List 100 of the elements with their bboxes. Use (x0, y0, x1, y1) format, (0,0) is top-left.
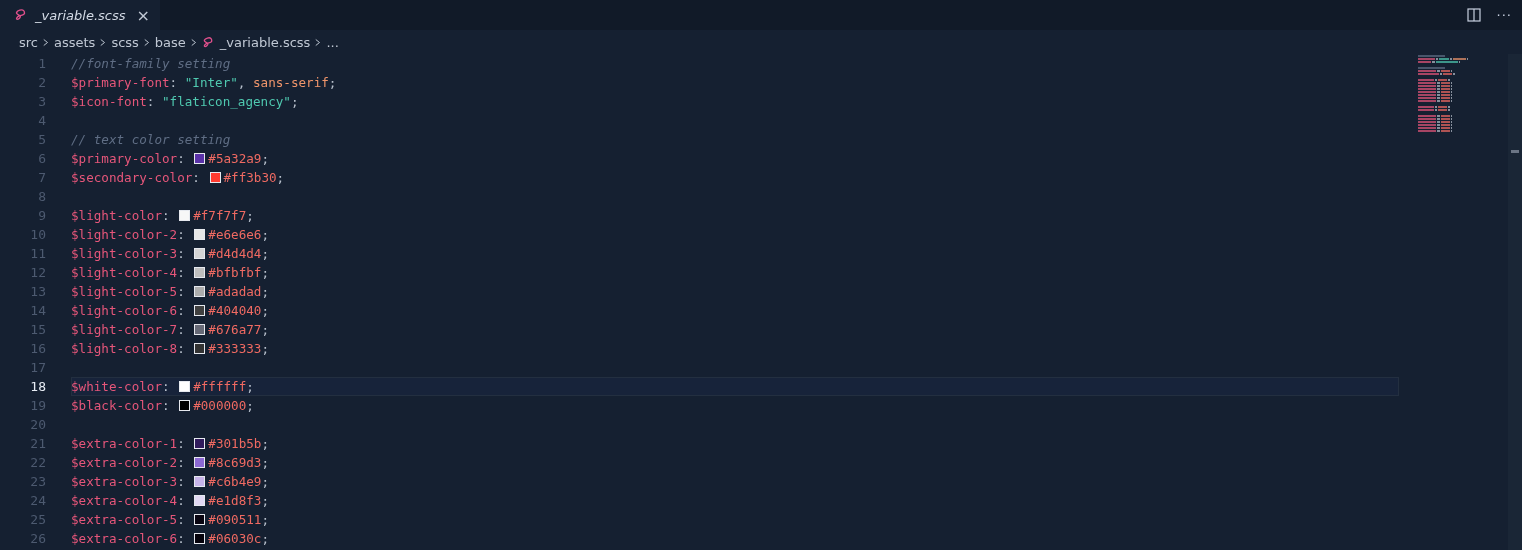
code-text: $primary-color: (71, 151, 186, 166)
color-swatch[interactable] (179, 381, 191, 392)
code-text: $light-color-3: (71, 246, 186, 261)
breadcrumb-item[interactable]: _variable.scss (219, 34, 311, 50)
chevron-icon (315, 37, 322, 47)
line-number: 11 (29, 245, 46, 263)
code-text: #e6e6e6; (208, 227, 269, 242)
line-number: 7 (37, 169, 46, 187)
line-number: 10 (29, 226, 46, 244)
code-text: #e1d8f3; (208, 493, 269, 508)
code-text: $light-color: (71, 208, 171, 223)
code-text: $black-color: (71, 398, 171, 413)
chevron-icon (143, 37, 150, 47)
color-swatch[interactable] (194, 495, 206, 506)
line-number: 1 (37, 55, 46, 73)
color-swatch[interactable] (194, 438, 206, 449)
sass-icon (14, 8, 28, 22)
code-text: #ff3b30; (223, 170, 285, 185)
code-text: #ffffff; (193, 379, 254, 394)
line-number: 8 (37, 188, 46, 206)
chevron-icon (190, 37, 197, 47)
code-text: $white-color: (71, 379, 171, 394)
line-number: 6 (37, 150, 46, 168)
color-swatch[interactable] (194, 457, 206, 468)
line-number: 4 (37, 112, 46, 130)
line-number: 13 (29, 283, 46, 301)
code-text: #d4d4d4; (208, 246, 269, 261)
line-number: 24 (29, 492, 46, 510)
code-text: $primary-font: "Inter", sans-serif; (71, 75, 337, 90)
code-text: $secondary-color: (71, 170, 201, 185)
close-button[interactable]: × (136, 5, 150, 25)
line-number: 14 (29, 302, 46, 320)
sass-icon (201, 35, 215, 49)
line-number: 3 (37, 93, 46, 111)
code-text: #000000; (193, 398, 254, 413)
scrollbar-thumb[interactable] (1511, 150, 1519, 153)
code-text: $extra-color-3: (71, 474, 186, 489)
line-number: 26 (29, 530, 46, 548)
breadcrumb-item[interactable]: scss (111, 34, 139, 50)
line-number: 19 (29, 397, 46, 415)
code-text: #333333; (208, 341, 269, 356)
code-text: #06030c; (208, 531, 269, 546)
code-text: //font-family setting (71, 56, 231, 71)
line-number: 16 (29, 340, 46, 358)
color-swatch[interactable] (194, 476, 206, 487)
file-tab[interactable]: _variable.scss × (0, 0, 160, 30)
code-text: #5a32a9; (208, 151, 269, 166)
breadcrumb-item[interactable]: src (19, 34, 38, 50)
line-number: 18 (29, 378, 46, 396)
code-text: $light-color-5: (71, 284, 186, 299)
code-text: $light-color-6: (71, 303, 186, 318)
code-text: #bfbfbf; (208, 265, 269, 280)
color-swatch[interactable] (194, 153, 206, 164)
more-actions-button[interactable]: ··· (1496, 7, 1512, 23)
line-number: 15 (29, 321, 46, 339)
color-swatch[interactable] (194, 533, 206, 544)
breadcrumb-item[interactable]: base (154, 34, 186, 50)
code-text: $light-color-7: (71, 322, 186, 337)
line-number: 9 (37, 207, 46, 225)
line-number: 12 (29, 264, 46, 282)
code-text: $light-color-2: (71, 227, 186, 242)
code-text: #404040; (208, 303, 269, 318)
code-text: $icon-font: "flaticon_agency"; (71, 94, 299, 109)
code-text: $extra-color-4: (71, 493, 186, 508)
line-number: 17 (29, 359, 46, 377)
line-number: 25 (29, 511, 46, 529)
color-swatch[interactable] (179, 210, 191, 221)
line-number: 20 (29, 416, 46, 434)
code-text: $extra-color-1: (71, 436, 186, 451)
line-number: 21 (29, 435, 46, 453)
code-text: #676a77; (208, 322, 269, 337)
color-swatch[interactable] (209, 172, 221, 183)
code-text: #8c69d3; (208, 455, 269, 470)
color-swatch[interactable] (194, 229, 206, 240)
code-text: // text color setting (71, 132, 231, 147)
code-text: #adadad; (208, 284, 269, 299)
color-swatch[interactable] (179, 400, 191, 411)
color-swatch[interactable] (194, 514, 206, 525)
line-number: 23 (29, 473, 46, 491)
line-number: 22 (29, 454, 46, 472)
color-swatch[interactable] (194, 248, 206, 259)
code-text: $extra-color-6: (71, 531, 186, 546)
color-swatch[interactable] (194, 305, 206, 316)
code-text: $light-color-4: (71, 265, 186, 280)
code-text: $light-color-8: (71, 341, 186, 356)
split-editor-icon[interactable] (1466, 8, 1481, 22)
color-swatch[interactable] (194, 324, 206, 335)
breadcrumb-item[interactable]: ... (326, 34, 339, 50)
code-text: $extra-color-5: (71, 512, 186, 527)
chevron-icon (43, 37, 49, 47)
breadcrumb-item[interactable]: assets (54, 34, 96, 50)
code-text: #090511; (208, 512, 269, 527)
color-swatch[interactable] (194, 267, 206, 278)
code-text: $extra-color-2: (71, 455, 186, 470)
color-swatch[interactable] (194, 286, 206, 297)
line-number: 2 (37, 74, 46, 92)
color-swatch[interactable] (194, 343, 206, 354)
code-text: #301b5b; (208, 436, 269, 451)
code-text: #f7f7f7; (193, 208, 254, 223)
line-number: 5 (37, 131, 46, 149)
